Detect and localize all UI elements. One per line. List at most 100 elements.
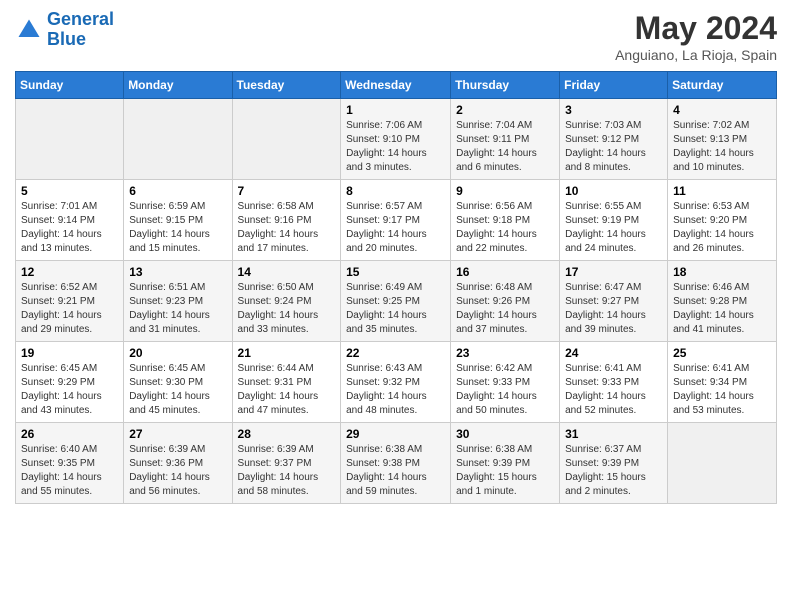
day-number: 31 <box>565 427 662 441</box>
weekday-header: Thursday <box>451 72 560 99</box>
calendar-week-row: 5 Sunrise: 7:01 AM Sunset: 9:14 PM Daylig… <box>16 180 777 261</box>
calendar-cell: 25 Sunrise: 6:41 AM Sunset: 9:34 PM Dayli… <box>668 342 777 423</box>
day-number: 2 <box>456 103 554 117</box>
location-title: Anguiano, La Rioja, Spain <box>615 47 777 63</box>
day-info: Sunrise: 6:45 AM Sunset: 9:29 PM Dayligh… <box>21 362 118 418</box>
calendar-cell: 16 Sunrise: 6:48 AM Sunset: 9:26 PM Dayli… <box>451 261 560 342</box>
day-number: 16 <box>456 265 554 279</box>
day-number: 30 <box>456 427 554 441</box>
day-info: Sunrise: 6:58 AM Sunset: 9:16 PM Dayligh… <box>238 200 336 256</box>
day-info: Sunrise: 6:51 AM Sunset: 9:23 PM Dayligh… <box>129 281 226 337</box>
day-number: 14 <box>238 265 336 279</box>
day-number: 20 <box>129 346 226 360</box>
calendar-cell: 14 Sunrise: 6:50 AM Sunset: 9:24 PM Dayli… <box>232 261 341 342</box>
day-info: Sunrise: 6:41 AM Sunset: 9:33 PM Dayligh… <box>565 362 662 418</box>
day-number: 26 <box>21 427 118 441</box>
calendar-cell: 1 Sunrise: 7:06 AM Sunset: 9:10 PM Daylig… <box>341 99 451 180</box>
calendar-cell: 2 Sunrise: 7:04 AM Sunset: 9:11 PM Daylig… <box>451 99 560 180</box>
calendar-week-row: 26 Sunrise: 6:40 AM Sunset: 9:35 PM Dayli… <box>16 423 777 504</box>
calendar-week-row: 1 Sunrise: 7:06 AM Sunset: 9:10 PM Daylig… <box>16 99 777 180</box>
day-number: 21 <box>238 346 336 360</box>
day-number: 9 <box>456 184 554 198</box>
day-info: Sunrise: 6:50 AM Sunset: 9:24 PM Dayligh… <box>238 281 336 337</box>
day-number: 3 <box>565 103 662 117</box>
calendar-cell: 30 Sunrise: 6:38 AM Sunset: 9:39 PM Dayli… <box>451 423 560 504</box>
calendar-cell: 12Sunrise: 6:52 AM Sunset: 9:21 PM Dayli… <box>16 261 124 342</box>
day-info: Sunrise: 7:04 AM Sunset: 9:11 PM Dayligh… <box>456 119 554 175</box>
weekday-header: Saturday <box>668 72 777 99</box>
weekday-header: Friday <box>560 72 668 99</box>
day-number: 17 <box>565 265 662 279</box>
day-number: 29 <box>346 427 445 441</box>
day-info: Sunrise: 6:40 AM Sunset: 9:35 PM Dayligh… <box>21 443 118 499</box>
day-number: 19 <box>21 346 118 360</box>
calendar-table: SundayMondayTuesdayWednesdayThursdayFrid… <box>15 71 777 504</box>
calendar-cell: 31Sunrise: 6:37 AM Sunset: 9:39 PM Dayli… <box>560 423 668 504</box>
day-info: Sunrise: 6:45 AM Sunset: 9:30 PM Dayligh… <box>129 362 226 418</box>
day-number: 28 <box>238 427 336 441</box>
title-area: May 2024 Anguiano, La Rioja, Spain <box>615 10 777 63</box>
calendar-cell: 24 Sunrise: 6:41 AM Sunset: 9:33 PM Dayli… <box>560 342 668 423</box>
day-number: 22 <box>346 346 445 360</box>
day-info: Sunrise: 6:57 AM Sunset: 9:17 PM Dayligh… <box>346 200 445 256</box>
day-info: Sunrise: 7:06 AM Sunset: 9:10 PM Dayligh… <box>346 119 445 175</box>
calendar-cell: 19 Sunrise: 6:45 AM Sunset: 9:29 PM Dayli… <box>16 342 124 423</box>
calendar-cell: 22Sunrise: 6:43 AM Sunset: 9:32 PM Dayli… <box>341 342 451 423</box>
day-info: Sunrise: 6:48 AM Sunset: 9:26 PM Dayligh… <box>456 281 554 337</box>
day-number: 1 <box>346 103 445 117</box>
calendar-cell <box>668 423 777 504</box>
calendar-cell <box>232 99 341 180</box>
calendar-cell: 29Sunrise: 6:38 AM Sunset: 9:38 PM Dayli… <box>341 423 451 504</box>
day-number: 10 <box>565 184 662 198</box>
weekday-header: Sunday <box>16 72 124 99</box>
day-number: 7 <box>238 184 336 198</box>
calendar-cell: 17 Sunrise: 6:47 AM Sunset: 9:27 PM Dayli… <box>560 261 668 342</box>
day-number: 27 <box>129 427 226 441</box>
calendar-week-row: 12Sunrise: 6:52 AM Sunset: 9:21 PM Dayli… <box>16 261 777 342</box>
month-title: May 2024 <box>615 10 777 47</box>
day-info: Sunrise: 6:46 AM Sunset: 9:28 PM Dayligh… <box>673 281 771 337</box>
day-info: Sunrise: 6:56 AM Sunset: 9:18 PM Dayligh… <box>456 200 554 256</box>
calendar-cell: 8Sunrise: 6:57 AM Sunset: 9:17 PM Daylig… <box>341 180 451 261</box>
calendar-cell: 5 Sunrise: 7:01 AM Sunset: 9:14 PM Daylig… <box>16 180 124 261</box>
day-number: 24 <box>565 346 662 360</box>
calendar-cell: 23 Sunrise: 6:42 AM Sunset: 9:33 PM Dayli… <box>451 342 560 423</box>
day-info: Sunrise: 6:42 AM Sunset: 9:33 PM Dayligh… <box>456 362 554 418</box>
day-info: Sunrise: 6:59 AM Sunset: 9:15 PM Dayligh… <box>129 200 226 256</box>
page-header: General Blue May 2024 Anguiano, La Rioja… <box>15 10 777 63</box>
calendar-cell: 3 Sunrise: 7:03 AM Sunset: 9:12 PM Daylig… <box>560 99 668 180</box>
logo-icon <box>15 16 43 44</box>
calendar-cell: 26 Sunrise: 6:40 AM Sunset: 9:35 PM Dayli… <box>16 423 124 504</box>
day-number: 5 <box>21 184 118 198</box>
day-number: 13 <box>129 265 226 279</box>
day-info: Sunrise: 7:01 AM Sunset: 9:14 PM Dayligh… <box>21 200 118 256</box>
weekday-header: Tuesday <box>232 72 341 99</box>
day-info: Sunrise: 6:47 AM Sunset: 9:27 PM Dayligh… <box>565 281 662 337</box>
day-info: Sunrise: 6:52 AM Sunset: 9:21 PM Dayligh… <box>21 281 118 337</box>
calendar-cell: 7 Sunrise: 6:58 AM Sunset: 9:16 PM Daylig… <box>232 180 341 261</box>
calendar-cell: 9 Sunrise: 6:56 AM Sunset: 9:18 PM Daylig… <box>451 180 560 261</box>
day-number: 15 <box>346 265 445 279</box>
day-info: Sunrise: 6:53 AM Sunset: 9:20 PM Dayligh… <box>673 200 771 256</box>
day-info: Sunrise: 7:02 AM Sunset: 9:13 PM Dayligh… <box>673 119 771 175</box>
calendar-cell: 15Sunrise: 6:49 AM Sunset: 9:25 PM Dayli… <box>341 261 451 342</box>
day-info: Sunrise: 6:41 AM Sunset: 9:34 PM Dayligh… <box>673 362 771 418</box>
calendar-cell: 20 Sunrise: 6:45 AM Sunset: 9:30 PM Dayli… <box>124 342 232 423</box>
weekday-header-row: SundayMondayTuesdayWednesdayThursdayFrid… <box>16 72 777 99</box>
day-number: 23 <box>456 346 554 360</box>
calendar-cell: 13 Sunrise: 6:51 AM Sunset: 9:23 PM Dayli… <box>124 261 232 342</box>
calendar-cell <box>16 99 124 180</box>
day-info: Sunrise: 6:55 AM Sunset: 9:19 PM Dayligh… <box>565 200 662 256</box>
day-number: 4 <box>673 103 771 117</box>
calendar-week-row: 19 Sunrise: 6:45 AM Sunset: 9:29 PM Dayli… <box>16 342 777 423</box>
day-number: 18 <box>673 265 771 279</box>
day-number: 25 <box>673 346 771 360</box>
day-number: 11 <box>673 184 771 198</box>
day-info: Sunrise: 6:38 AM Sunset: 9:39 PM Dayligh… <box>456 443 554 499</box>
weekday-header: Monday <box>124 72 232 99</box>
day-info: Sunrise: 6:39 AM Sunset: 9:36 PM Dayligh… <box>129 443 226 499</box>
logo: General Blue <box>15 10 114 50</box>
day-number: 6 <box>129 184 226 198</box>
day-info: Sunrise: 7:03 AM Sunset: 9:12 PM Dayligh… <box>565 119 662 175</box>
calendar-cell <box>124 99 232 180</box>
